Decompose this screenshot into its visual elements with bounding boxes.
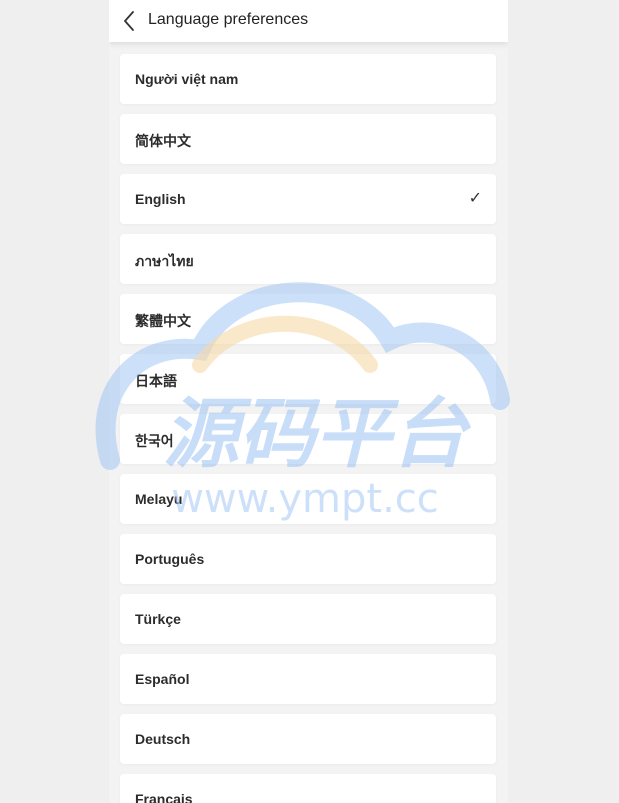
language-option-vietnamese[interactable]: Người việt nam (120, 54, 496, 104)
language-option-malay[interactable]: Melayu (120, 474, 496, 524)
language-label: Người việt nam (135, 71, 239, 87)
language-option-traditional-chinese[interactable]: 繁體中文 (120, 294, 496, 344)
language-label: Español (135, 671, 190, 687)
language-label: Français (135, 791, 193, 803)
language-option-spanish[interactable]: Español (120, 654, 496, 704)
language-label: Türkçe (135, 611, 181, 627)
language-label: 繁體中文 (135, 313, 191, 329)
language-label: ภาษาไทย (135, 253, 194, 269)
language-option-english[interactable]: English ✓ (120, 174, 496, 224)
chevron-left-icon (124, 11, 134, 31)
language-label: 한국어 (135, 433, 174, 449)
language-option-turkish[interactable]: Türkçe (120, 594, 496, 644)
language-option-german[interactable]: Deutsch (120, 714, 496, 764)
page-title: Language preferences (148, 11, 309, 28)
language-option-simplified-chinese[interactable]: 简体中文 (120, 114, 496, 164)
language-label: 简体中文 (135, 133, 191, 149)
language-label: English (135, 191, 186, 207)
language-option-thai[interactable]: ภาษาไทย (120, 234, 496, 284)
language-option-portuguese[interactable]: Português (120, 534, 496, 584)
language-label: Português (135, 551, 205, 567)
language-list: Người việt nam 简体中文 English ✓ ภาษาไทย 繁體… (120, 54, 496, 803)
language-option-japanese[interactable]: 日本語 (120, 354, 496, 404)
top-bar: Language preferences (109, 0, 508, 42)
language-label: Melayu (135, 491, 183, 507)
language-option-korean[interactable]: 한국어 (120, 414, 496, 464)
language-label: 日本語 (135, 373, 177, 389)
back-button[interactable] (117, 8, 143, 34)
language-preferences-page: Language preferences Người việt nam 简体中文… (109, 0, 508, 803)
language-label: Deutsch (135, 731, 191, 747)
checkmark-icon: ✓ (468, 188, 482, 207)
language-option-french[interactable]: Français (120, 774, 496, 803)
